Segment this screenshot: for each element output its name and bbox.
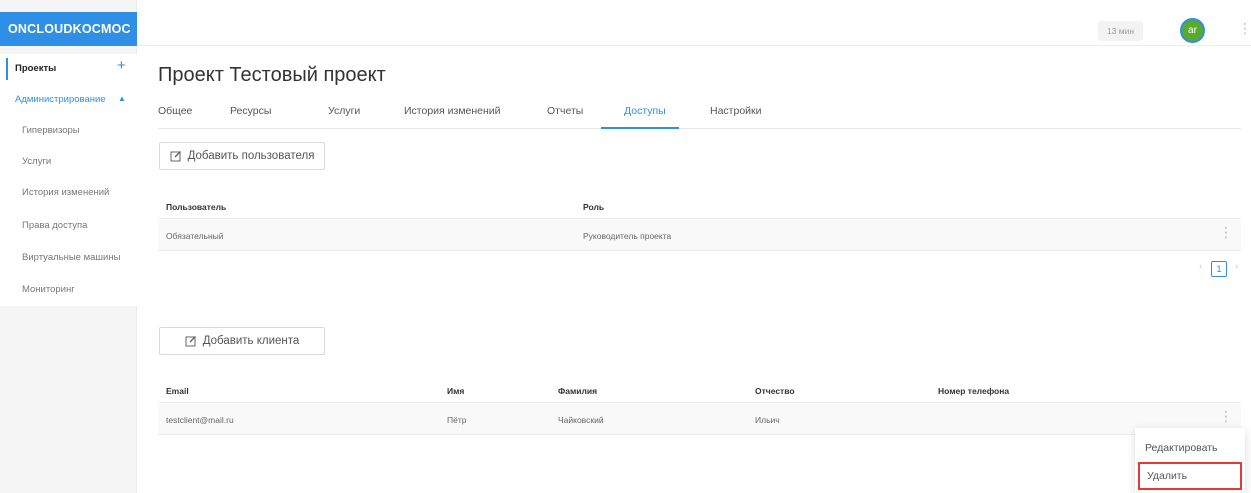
row-actions-icon[interactable]: ⋮ (1219, 225, 1233, 239)
sidebar-item-label: История изменений (22, 187, 110, 198)
tab-access[interactable]: Доступы (624, 105, 666, 117)
chevron-right-icon[interactable]: › (1235, 261, 1238, 272)
tab-settings[interactable]: Настройки (710, 105, 762, 117)
row-context-menu: Редактировать Удалить (1135, 428, 1245, 493)
sidebar-item-access-rights[interactable]: Права доступа (0, 215, 137, 237)
cell-first-name: Пётр (447, 415, 467, 425)
sidebar: ONCLOUDKOCMOC Проекты + Администрировани… (0, 0, 137, 493)
add-client-button[interactable]: Добавить клиента (159, 327, 325, 355)
table-row[interactable]: Обязательный Руководитель проекта ⋮ (158, 220, 1241, 251)
page-current[interactable]: 1 (1211, 261, 1227, 277)
cell-user: Обязательный (166, 231, 224, 241)
tab-services[interactable]: Услуги (328, 105, 360, 117)
sidebar-item-label: Гипервизоры (22, 125, 80, 136)
active-tab-indicator (601, 127, 679, 129)
tab-reports[interactable]: Отчеты (547, 105, 583, 117)
clients-table: Email Имя Фамилия Отчество Номер телефон… (158, 379, 1241, 435)
table-row[interactable]: testclient@mail.ru Пётр Чайковский Ильич… (158, 404, 1241, 435)
tab-history[interactable]: История изменений (404, 105, 501, 117)
table-header: Email Имя Фамилия Отчество Номер телефон… (158, 379, 1241, 403)
project-tabs: Общее Ресурсы Услуги История изменений О… (158, 103, 1241, 129)
sidebar-item-virtual-machines[interactable]: Виртуальные машины (0, 247, 137, 269)
column-header-phone: Номер телефона (938, 386, 1010, 396)
active-indicator (6, 58, 8, 80)
top-bar (137, 12, 1251, 46)
table-header: Пользователь Роль (158, 195, 1241, 219)
column-header-first-name: Имя (447, 386, 465, 396)
menu-item-edit[interactable]: Редактировать (1135, 434, 1245, 462)
users-table: Пользователь Роль Обязательный Руководит… (158, 195, 1241, 251)
cell-last-name: Чайковский (558, 415, 604, 425)
column-header-user: Пользователь (166, 202, 227, 212)
sidebar-item-projects[interactable]: Проекты + (0, 56, 137, 82)
app-root: ONCLOUDKOCMOC Проекты + Администрировани… (0, 0, 1251, 493)
cell-patronymic: Ильич (755, 415, 780, 425)
cell-role: Руководитель проекта (583, 231, 672, 241)
column-header-last-name: Фамилия (558, 386, 598, 396)
add-user-label: Добавить пользователя (187, 150, 315, 162)
add-user-button[interactable]: Добавить пользователя (159, 142, 325, 170)
tab-general[interactable]: Общее (158, 105, 192, 117)
sidebar-group-admin[interactable]: Администрирование ▲ (0, 90, 137, 110)
app-logo[interactable]: ONCLOUDKOCMOC (0, 12, 137, 46)
chevron-up-icon: ▲ (118, 94, 126, 103)
column-header-role: Роль (583, 202, 605, 212)
sidebar-item-label: Права доступа (22, 220, 88, 231)
edit-icon (185, 336, 196, 347)
add-client-label: Добавить клиента (202, 335, 300, 347)
column-header-patronymic: Отчество (755, 386, 795, 396)
cell-email: testclient@mail.ru (166, 415, 234, 425)
sidebar-menu: Проекты + Администрирование ▲ Гипервизор… (0, 54, 137, 306)
sidebar-item-label: Виртуальные машины (22, 252, 121, 263)
sidebar-item-label: Услуги (22, 156, 52, 167)
menu-item-delete[interactable]: Удалить (1138, 462, 1242, 490)
column-header-email: Email (166, 386, 189, 396)
sidebar-item-history[interactable]: История изменений (0, 182, 137, 204)
tab-resources[interactable]: Ресурсы (230, 105, 271, 117)
edit-icon (170, 151, 181, 162)
sidebar-group-label: Администрирование (15, 94, 106, 105)
more-vertical-icon[interactable]: ⋮ (1238, 20, 1251, 37)
row-actions-icon[interactable]: ⋮ (1219, 409, 1233, 423)
chevron-left-icon[interactable]: ‹ (1199, 261, 1202, 272)
pagination: ‹ 1 › (1199, 261, 1249, 277)
sidebar-item-monitoring[interactable]: Мониторинг (0, 279, 137, 301)
session-timer: 13 мин (1098, 21, 1143, 41)
add-project-icon[interactable]: + (117, 57, 126, 74)
sidebar-item-label: Проекты (15, 63, 57, 74)
page-title: Проект Тестовый проект (158, 64, 386, 86)
sidebar-item-hypervisors[interactable]: Гипервизоры (0, 120, 137, 142)
sidebar-item-label: Мониторинг (22, 284, 75, 295)
sidebar-item-services[interactable]: Услуги (0, 151, 137, 173)
user-avatar[interactable]: ar (1180, 18, 1205, 43)
